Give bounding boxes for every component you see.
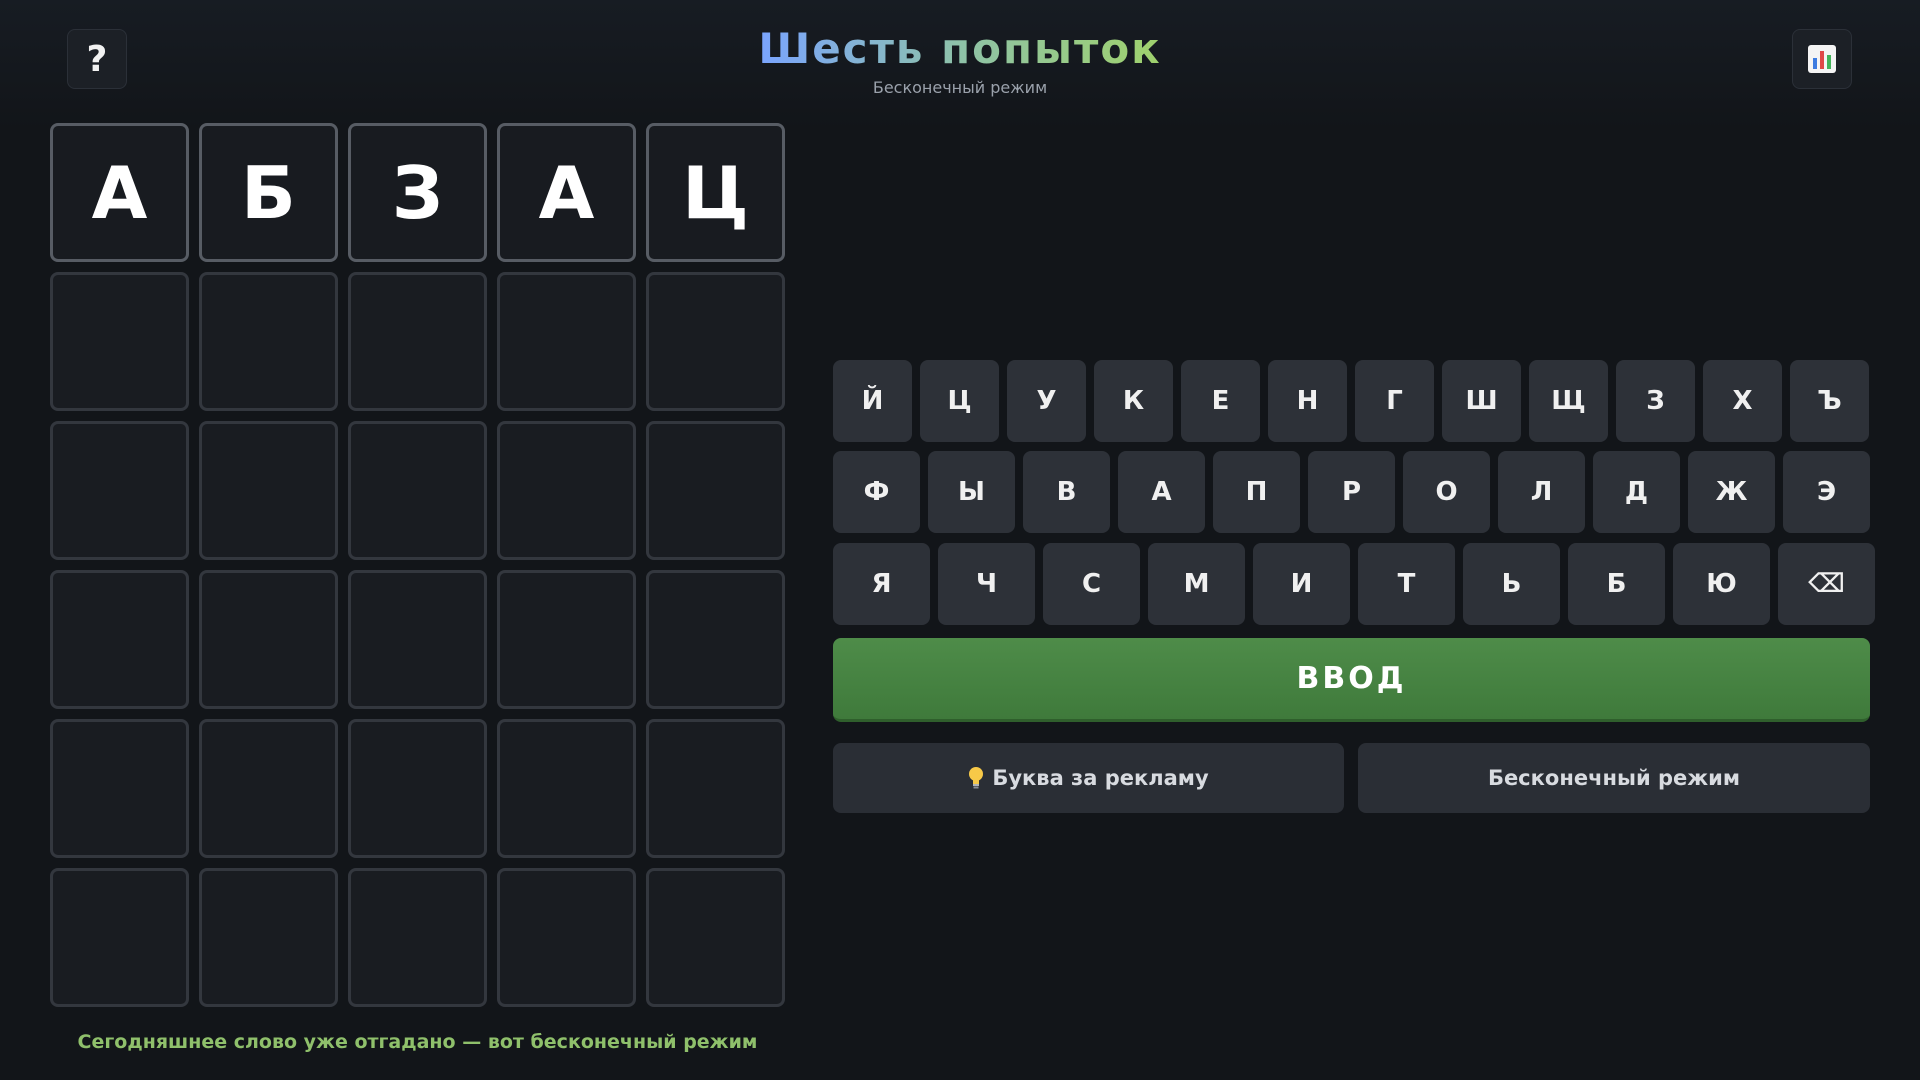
board-tile: А (50, 123, 189, 262)
keyboard-key[interactable]: Ф (833, 451, 920, 533)
keyboard-key[interactable]: Э (1783, 451, 1870, 533)
status-message: Сегодняшнее слово уже отгадано — вот бес… (77, 1031, 758, 1053)
keyboard-key[interactable]: У (1007, 360, 1086, 442)
keyboard-key[interactable]: Х (1703, 360, 1782, 442)
keyboard-key[interactable]: А (1118, 451, 1205, 533)
keyboard-key[interactable]: Е (1181, 360, 1260, 442)
keyboard-key[interactable]: Ю (1673, 543, 1770, 625)
board-tile (497, 719, 636, 858)
board-tile: А (497, 123, 636, 262)
keyboard-key[interactable]: И (1253, 543, 1350, 625)
enter-button[interactable]: ВВОД (833, 638, 1870, 722)
keyboard-key[interactable]: Д (1593, 451, 1680, 533)
board-tile (646, 421, 785, 560)
backspace-key[interactable]: ⌫ (1778, 543, 1875, 625)
keyboard-key[interactable]: Р (1308, 451, 1395, 533)
board-tile (348, 868, 487, 1007)
board-tile (50, 868, 189, 1007)
keyboard-key[interactable]: Я (833, 543, 930, 625)
keyboard-key[interactable]: З (1616, 360, 1695, 442)
backspace-icon: ⌫ (1808, 569, 1845, 599)
keyboard-key[interactable]: С (1043, 543, 1140, 625)
keyboard-key[interactable]: Т (1358, 543, 1455, 625)
board-tile (646, 570, 785, 709)
board-tile (646, 272, 785, 411)
board-tile (497, 272, 636, 411)
keyboard-key[interactable]: Й (833, 360, 912, 442)
board-tile (348, 719, 487, 858)
board-tile (497, 868, 636, 1007)
keyboard-key[interactable]: Ц (920, 360, 999, 442)
keyboard-key[interactable]: Ж (1688, 451, 1775, 533)
game-board: АБЗАЦ (50, 123, 785, 1007)
keyboard-key[interactable]: Б (1568, 543, 1665, 625)
board-tile (348, 272, 487, 411)
board-tile (199, 421, 338, 560)
keyboard-key[interactable]: П (1213, 451, 1300, 533)
board-tile (50, 719, 189, 858)
board-tile (199, 868, 338, 1007)
page-subtitle: Бесконечный режим (872, 78, 1048, 97)
bar-chart-icon (1808, 45, 1836, 73)
keyboard-key[interactable]: Ъ (1790, 360, 1869, 442)
board-tile: Ц (646, 123, 785, 262)
board-tile (50, 421, 189, 560)
board-tile (497, 570, 636, 709)
letter-for-ad-button[interactable]: Буква за рекламу (833, 743, 1344, 813)
board-tile (348, 421, 487, 560)
board-tile (348, 570, 487, 709)
keyboard-row-2: ФЫВАПРОЛДЖЭ (833, 451, 1878, 533)
board-tile (199, 719, 338, 858)
board-tile (646, 719, 785, 858)
keyboard-key[interactable]: Ь (1463, 543, 1560, 625)
lightbulb-icon (968, 766, 984, 790)
keyboard-key[interactable]: Ш (1442, 360, 1521, 442)
stats-button[interactable] (1792, 29, 1852, 89)
page-title: Шесть попыток (758, 24, 1162, 73)
keyboard-key[interactable]: О (1403, 451, 1490, 533)
board-tile: З (348, 123, 487, 262)
keyboard-key[interactable]: Ч (938, 543, 1035, 625)
board-tile (646, 868, 785, 1007)
letter-for-ad-label: Буква за рекламу (992, 766, 1209, 790)
board-tile: Б (199, 123, 338, 262)
keyboard-key[interactable]: К (1094, 360, 1173, 442)
keyboard-row-1: ЙЦУКЕНГШЩЗХЪ (833, 360, 1877, 442)
keyboard-key[interactable]: М (1148, 543, 1245, 625)
keyboard-key[interactable]: Г (1355, 360, 1434, 442)
board-tile (50, 272, 189, 411)
endless-mode-button[interactable]: Бесконечный режим (1358, 743, 1870, 813)
keyboard-key[interactable]: Ы (928, 451, 1015, 533)
keyboard-key[interactable]: В (1023, 451, 1110, 533)
keyboard-key[interactable]: Н (1268, 360, 1347, 442)
keyboard-row-3: Я Ч С М И Т Ь Б Ю ⌫ (833, 543, 1883, 625)
keyboard-key[interactable]: Л (1498, 451, 1585, 533)
board-tile (199, 570, 338, 709)
keyboard-key[interactable]: Щ (1529, 360, 1608, 442)
board-tile (50, 570, 189, 709)
board-tile (497, 421, 636, 560)
board-tile (199, 272, 338, 411)
